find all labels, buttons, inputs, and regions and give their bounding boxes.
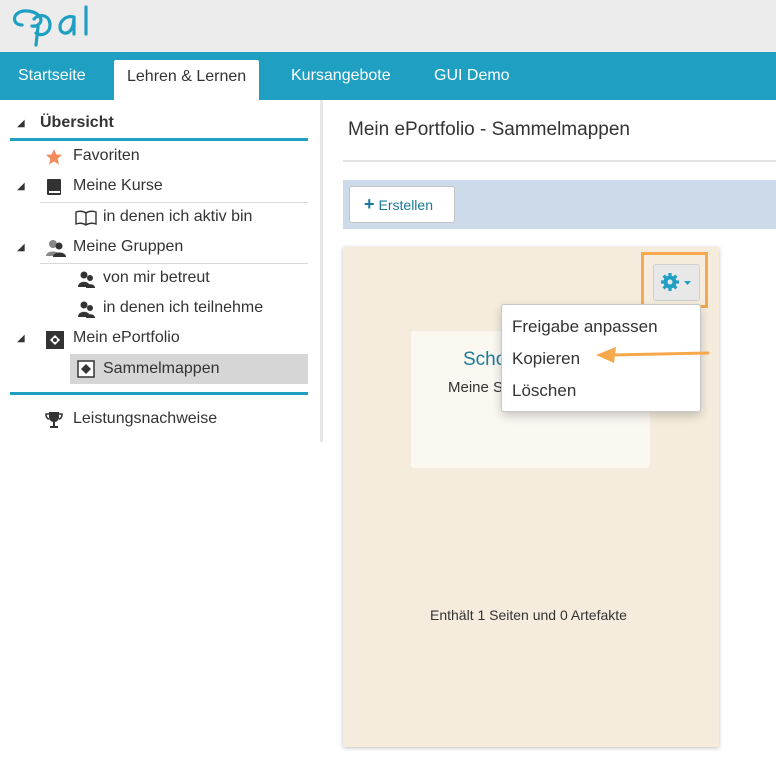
collapse-toggle-icon[interactable]: ◢ (17, 333, 25, 344)
title-divider (343, 160, 776, 162)
main-nav: Startseite Lehren & Lernen Kursangebote … (0, 52, 776, 100)
create-button-label: Erstellen (378, 197, 433, 213)
collapse-toggle-icon[interactable]: ◢ (17, 242, 25, 253)
tab-lehren-lernen[interactable]: Lehren & Lernen (114, 60, 260, 100)
card-subtitle: Meine S (448, 379, 504, 396)
card-title[interactable]: Scho (463, 349, 506, 371)
top-bar (0, 0, 776, 52)
section-divider (10, 392, 308, 395)
page-title: Mein ePortfolio - Sammelmappen (348, 119, 630, 140)
star-icon (45, 148, 63, 166)
annotation-arrow-icon (592, 343, 712, 370)
menu-item-freigabe[interactable]: Freigabe anpassen (512, 317, 658, 337)
opal-logo[interactable] (10, 3, 102, 54)
settings-dropdown-button[interactable] (653, 264, 700, 301)
sidebar-item-favoriten[interactable]: Favoriten (73, 141, 140, 171)
sidebar-item-uebersicht[interactable]: Übersicht (40, 108, 114, 138)
group-icon (45, 239, 67, 257)
open-book-icon (75, 209, 97, 227)
gear-icon (661, 273, 679, 291)
puzzle-icon (45, 330, 65, 350)
sidebar-item-sammelmappen[interactable]: Sammelmappen (103, 354, 220, 384)
sidebar-item-betreut[interactable]: von mir betreut (103, 263, 210, 293)
menu-item-kopieren[interactable]: Kopieren (512, 349, 580, 369)
sidebar-item-meine-kurse[interactable]: Meine Kurse (73, 171, 163, 201)
sidebar-item-eportfolio[interactable]: Mein ePortfolio (73, 323, 180, 353)
sidebar-item-meine-gruppen[interactable]: Meine Gruppen (73, 232, 183, 262)
caret-down-icon (684, 281, 691, 285)
trophy-icon (45, 411, 63, 429)
user-group-icon (77, 300, 95, 318)
menu-item-loeschen[interactable]: Löschen (512, 381, 576, 401)
sidebar-item-aktiv[interactable]: in denen ich aktiv bin (103, 202, 252, 232)
sidebar-divider (320, 100, 323, 442)
sidebar-item-teilnehme[interactable]: in denen ich teilnehme (103, 293, 263, 323)
collapse-toggle-icon[interactable]: ◢ (17, 181, 25, 192)
tab-kursangebote[interactable]: Kursangebote (291, 52, 391, 100)
create-button[interactable]: + Erstellen (349, 186, 455, 223)
puzzle-icon (77, 360, 95, 378)
card-footer: Enthält 1 Seiten und 0 Artefakte (430, 607, 627, 623)
section-divider (10, 138, 308, 141)
sidebar-item-leistungsnachweise[interactable]: Leistungsnachweise (73, 404, 217, 434)
user-group-icon (77, 270, 95, 288)
collapse-toggle-icon[interactable]: ◢ (17, 118, 25, 129)
tab-gui-demo[interactable]: GUI Demo (434, 52, 510, 100)
plus-icon: + (364, 194, 375, 214)
tab-startseite[interactable]: Startseite (18, 52, 86, 100)
book-icon (45, 178, 63, 196)
